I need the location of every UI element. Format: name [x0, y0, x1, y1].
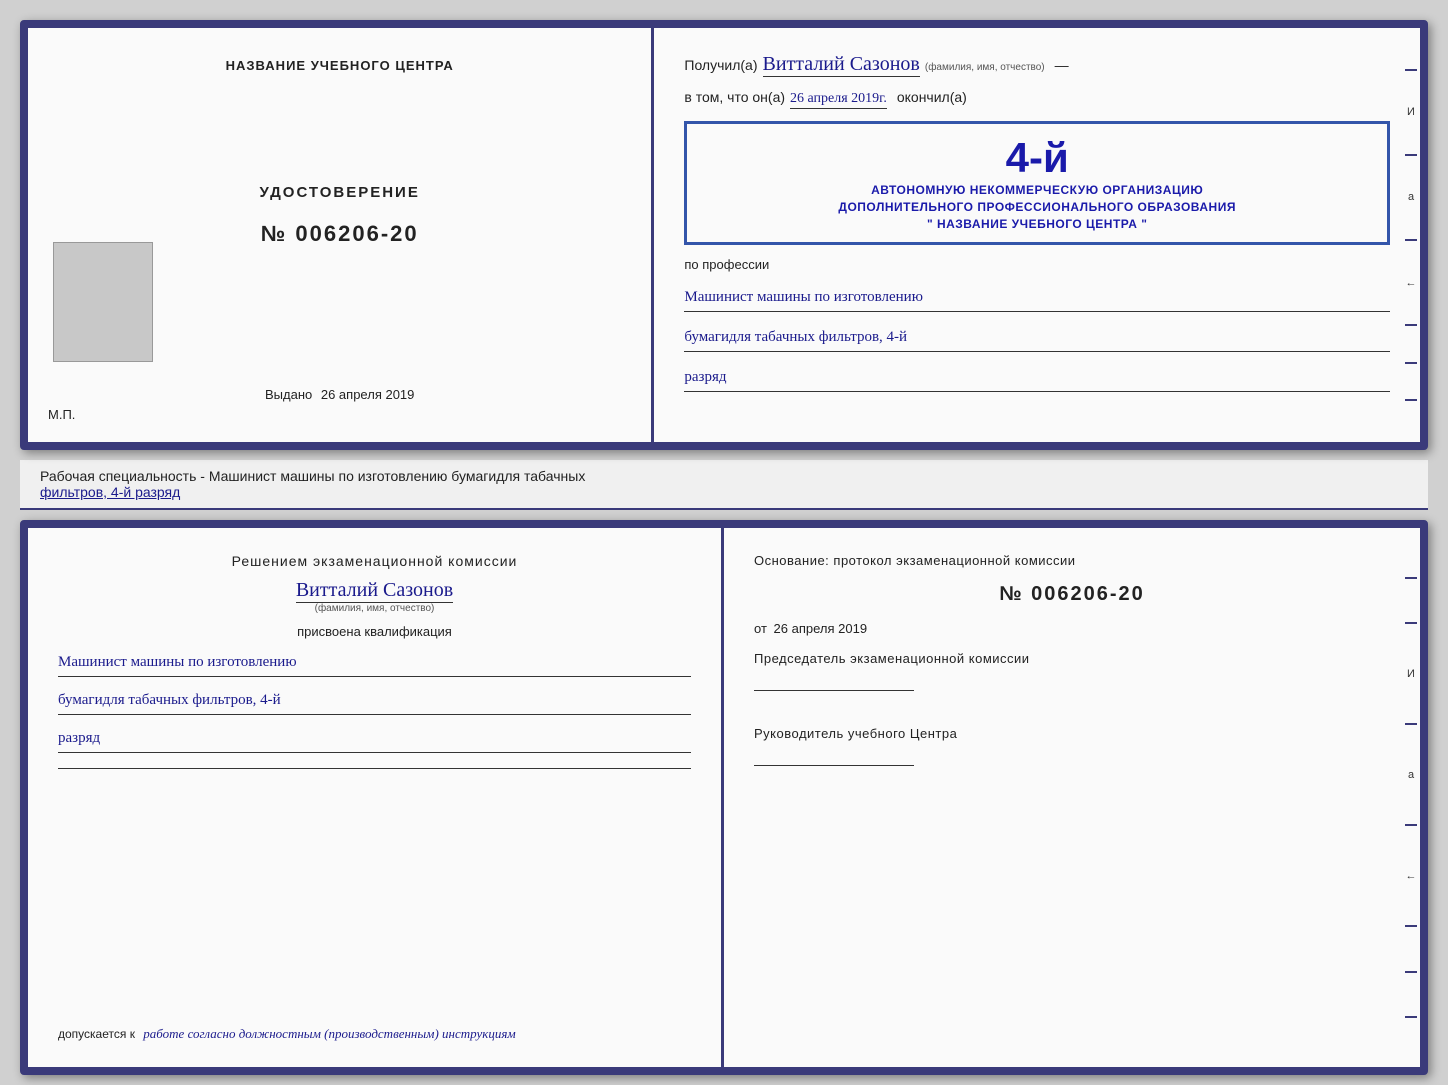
b-side-line-2	[1405, 622, 1417, 624]
page-wrapper: НАЗВАНИЕ УЧЕБНОГО ЦЕНТРА УДОСТОВЕРЕНИЕ №…	[0, 0, 1448, 1085]
profession-line2: бумагидля табачных фильтров, 4-й	[684, 324, 1390, 352]
recipient-name: Витталий Сазонов	[763, 53, 920, 77]
director-block: Руководитель учебного Центра	[754, 726, 1390, 766]
date-line: в том, что он(а) 26 апреля 2019г. окончи…	[684, 89, 1390, 109]
protocol-number: № 006206-20	[754, 583, 1390, 606]
chairman-label: Председатель экзаменационной комиссии	[754, 651, 1390, 666]
allowed-prefix: допускается к	[58, 1027, 135, 1041]
diploma-book-top: НАЗВАНИЕ УЧЕБНОГО ЦЕНТРА УДОСТОВЕРЕНИЕ №…	[20, 20, 1428, 450]
recipient-hint: (фамилия, имя, отчество)	[925, 62, 1045, 73]
cert-label: УДОСТОВЕРЕНИЕ	[260, 184, 420, 201]
profession-prefix: по профессии	[684, 257, 1390, 272]
b-side-char-k: ←	[1405, 870, 1417, 882]
chairman-block: Председатель экзаменационной комиссии	[754, 651, 1390, 691]
from-date-block: от 26 апреля 2019	[754, 621, 1390, 636]
b-side-line-5	[1405, 925, 1417, 927]
cert-number-top: № 006206-20	[261, 221, 419, 247]
profession-line3: разряд	[684, 364, 1390, 392]
side-char-i: И	[1405, 106, 1417, 118]
side-line-4	[1405, 324, 1417, 326]
chairman-signature	[754, 671, 914, 691]
issued-line: Выдано 26 апреля 2019	[265, 387, 414, 402]
director-signature	[754, 746, 914, 766]
commission-title: Решением экзаменационной комиссии	[58, 553, 691, 569]
stamp-line1: АВТОНОМНУЮ НЕКОММЕРЧЕСКУЮ ОРГАНИЗАЦИЮ	[702, 182, 1372, 199]
text-main: Рабочая специальность - Машинист машины …	[40, 468, 585, 484]
b-side-line-4	[1405, 824, 1417, 826]
date-prefix: в том, что он(а)	[684, 89, 785, 105]
basis-label: Основание: протокол экзаменационной коми…	[754, 553, 1390, 568]
qualification-label: присвоена квалификация	[58, 624, 691, 639]
issued-label: Выдано	[265, 387, 312, 402]
b-side-line-1	[1405, 577, 1417, 579]
bottom-person-hint: (фамилия, имя, отчество)	[315, 603, 435, 614]
photo-placeholder	[53, 242, 153, 362]
director-label: Руководитель учебного Центра	[754, 726, 1390, 741]
bottom-left-panel: Решением экзаменационной комиссии Виттал…	[28, 528, 724, 1067]
allowed-text: работе согласно должностным (производств…	[143, 1026, 515, 1041]
side-lines-bottom: И а ←	[1402, 528, 1420, 1067]
issued-date: 26 апреля 2019	[321, 387, 415, 402]
side-lines-top: И а ←	[1402, 28, 1420, 442]
text-section-content: Рабочая специальность - Машинист машины …	[40, 468, 1408, 500]
side-line-6	[1405, 399, 1417, 401]
bottom-person-name: Витталий Сазонов	[296, 579, 453, 603]
stamp-block: 4-й АВТОНОМНУЮ НЕКОММЕРЧЕСКУЮ ОРГАНИЗАЦИ…	[684, 121, 1390, 245]
side-line-3	[1405, 239, 1417, 241]
side-line-1	[1405, 69, 1417, 71]
person-block: Витталий Сазонов (фамилия, имя, отчество…	[58, 579, 691, 614]
diploma-right-panel: Получил(а) Витталий Сазонов (фамилия, им…	[654, 28, 1420, 442]
b-side-line-6	[1405, 971, 1417, 973]
text-section: Рабочая специальность - Машинист машины …	[20, 460, 1428, 510]
profession-line1: Машинист машины по изготовлению	[684, 284, 1390, 312]
diploma-left-panel: НАЗВАНИЕ УЧЕБНОГО ЦЕНТРА УДОСТОВЕРЕНИЕ №…	[28, 28, 654, 442]
side-char-a: а	[1405, 191, 1417, 203]
diploma-book-bottom: Решением экзаменационной комиссии Виттал…	[20, 520, 1428, 1075]
stamp-number: 4-й	[702, 134, 1372, 182]
mp-label: М.П.	[48, 407, 75, 422]
b-side-char-a: а	[1405, 769, 1417, 781]
bottom-qual-line3: разряд	[58, 725, 691, 753]
received-line: Получил(а) Витталий Сазонов (фамилия, им…	[684, 53, 1390, 77]
b-side-line-3	[1405, 723, 1417, 725]
received-prefix: Получил(а)	[684, 57, 757, 73]
side-line-5	[1405, 362, 1417, 364]
b-side-char-i: И	[1405, 668, 1417, 680]
date-suffix: окончил(а)	[897, 89, 967, 105]
date-value: 26 апреля 2019г.	[790, 91, 887, 109]
side-line-2	[1405, 154, 1417, 156]
text-underlined: фильтров, 4-й разряд	[40, 484, 180, 500]
dash1: —	[1055, 57, 1069, 73]
stamp-line2: ДОПОЛНИТЕЛЬНОГО ПРОФЕССИОНАЛЬНОГО ОБРАЗО…	[702, 199, 1372, 216]
stamp-line3: " НАЗВАНИЕ УЧЕБНОГО ЦЕНТРА "	[702, 216, 1372, 233]
bottom-qual-line2: бумагидля табачных фильтров, 4-й	[58, 687, 691, 715]
side-char-k: ←	[1405, 277, 1417, 289]
center-title: НАЗВАНИЕ УЧЕБНОГО ЦЕНТРА	[226, 58, 454, 73]
from-date: 26 апреля 2019	[774, 621, 868, 636]
separator-line	[58, 768, 691, 769]
from-prefix: от	[754, 621, 767, 636]
bottom-right-panel: Основание: протокол экзаменационной коми…	[724, 528, 1420, 1067]
b-side-line-7	[1405, 1016, 1417, 1018]
allowed-block: допускается к работе согласно должностны…	[58, 1026, 691, 1042]
bottom-qual-line1: Машинист машины по изготовлению	[58, 649, 691, 677]
